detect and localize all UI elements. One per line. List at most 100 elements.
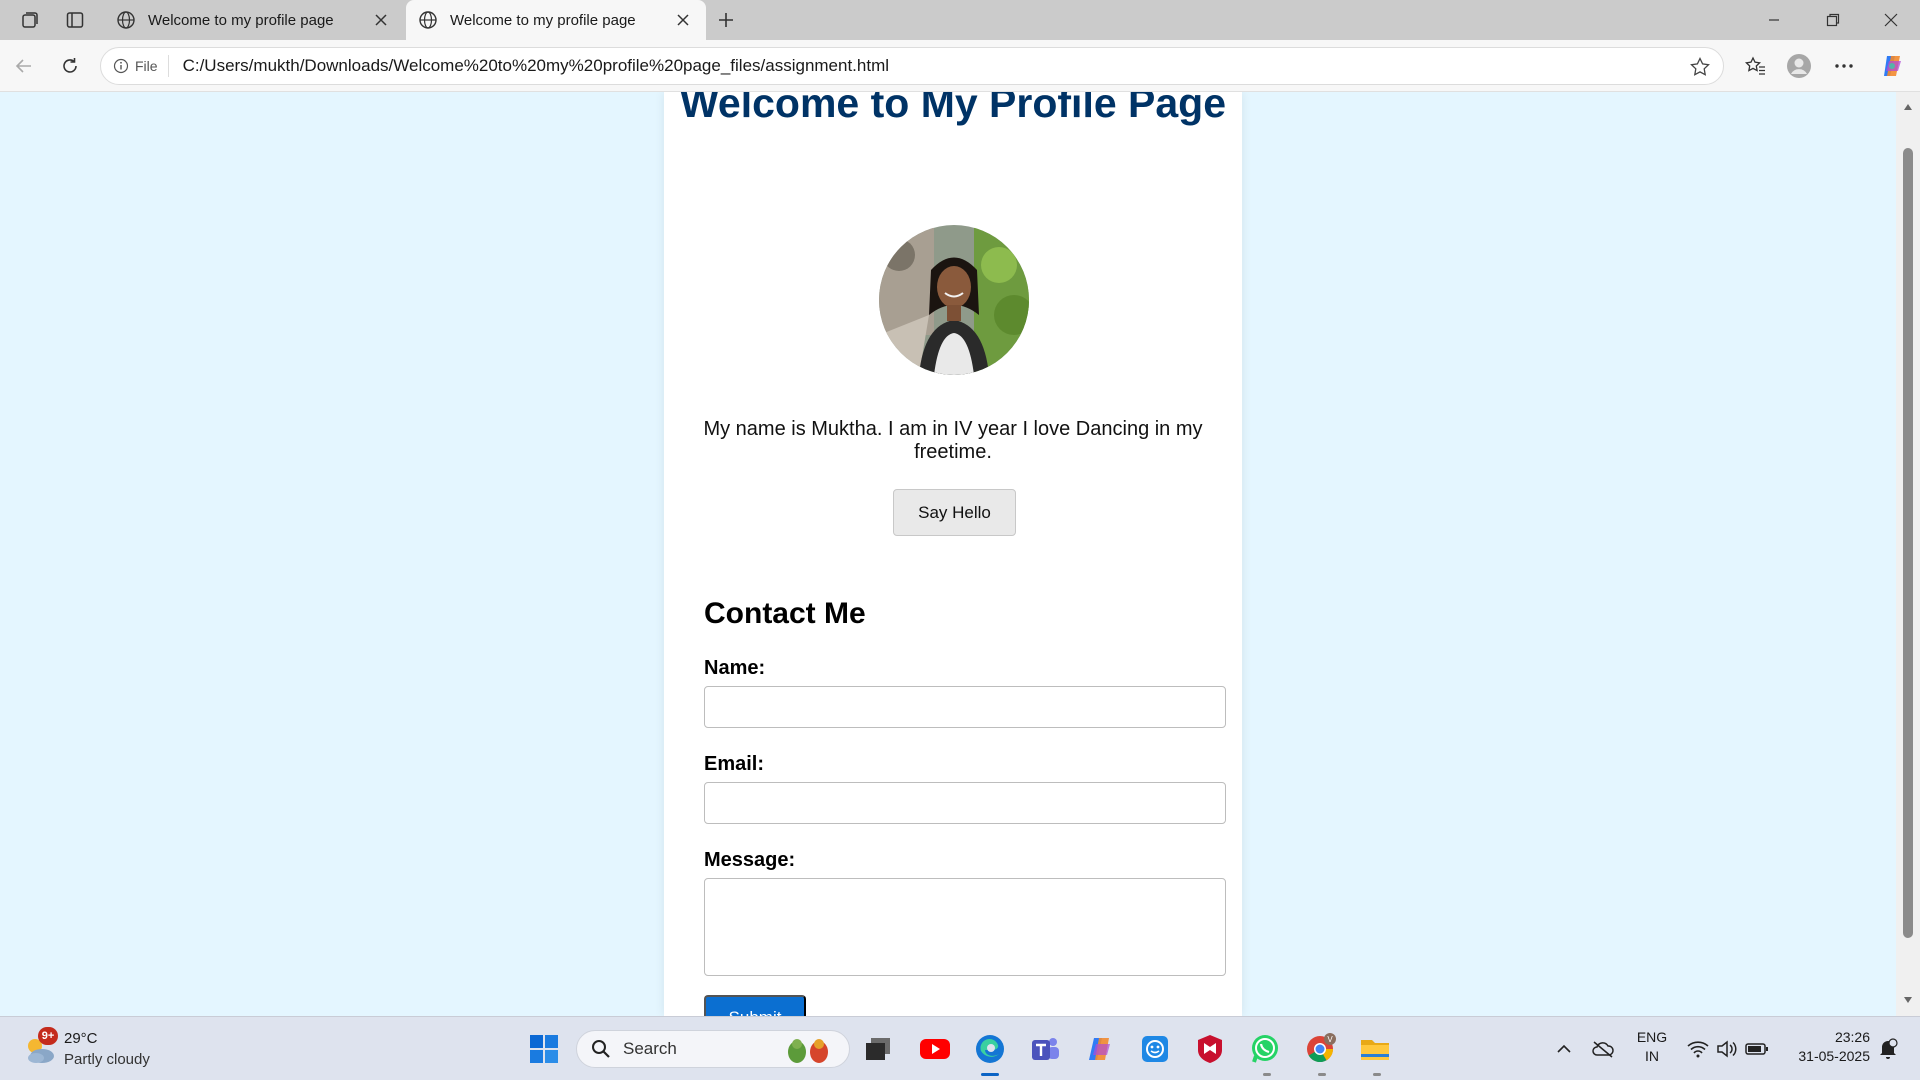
- browser-toolbar: File C:/Users/mukth/Downloads/Welcome%20…: [0, 40, 1920, 92]
- refresh-button[interactable]: [52, 50, 88, 82]
- search-highlight-icon: [788, 1039, 828, 1063]
- scroll-up-icon[interactable]: [1901, 100, 1915, 114]
- whatsapp-app[interactable]: [1247, 1031, 1283, 1067]
- bio-text: My name is Muktha. I am in IV year I lov…: [703, 418, 1203, 463]
- chrome-app[interactable]: V: [1302, 1031, 1338, 1067]
- file-explorer-app[interactable]: [1357, 1031, 1393, 1067]
- tab-active[interactable]: Welcome to my profile page: [406, 0, 706, 40]
- chrome-icon: V: [1307, 1033, 1336, 1063]
- back-button[interactable]: [6, 50, 42, 82]
- battery-icon: [1745, 1043, 1768, 1055]
- close-window-button[interactable]: [1862, 0, 1920, 40]
- say-hello-button[interactable]: Say Hello: [893, 489, 1016, 536]
- show-hidden-icons-button[interactable]: [1552, 1035, 1576, 1063]
- mcafee-icon: [1198, 1035, 1222, 1063]
- weather-desc: Partly cloudy: [64, 1051, 150, 1068]
- teams-icon: [1032, 1038, 1059, 1060]
- task-view-app[interactable]: [860, 1031, 896, 1067]
- tab-title: Welcome to my profile page: [450, 11, 636, 29]
- edge-app[interactable]: [972, 1031, 1008, 1067]
- edge-icon: [976, 1035, 1004, 1063]
- tab-title: Welcome to my profile page: [148, 11, 334, 29]
- weather-badge: 9+: [38, 1027, 58, 1045]
- copilot-app[interactable]: [1082, 1031, 1118, 1067]
- clock-date: 31-05-2025: [1798, 1048, 1870, 1064]
- scheme-label: File: [135, 58, 158, 74]
- speaker-icon: [1717, 1040, 1737, 1058]
- copilot-icon: [1884, 56, 1901, 76]
- close-tab-icon[interactable]: [672, 9, 694, 31]
- more-icon: [1835, 64, 1853, 68]
- svg-text:V: V: [1327, 1035, 1333, 1044]
- notifications-button[interactable]: [1874, 1035, 1902, 1063]
- avatar-icon: [1787, 54, 1811, 78]
- email-label: Email:: [704, 753, 765, 775]
- chevron-up-icon: [1557, 1044, 1571, 1053]
- search-icon: [592, 1040, 610, 1058]
- address-bar[interactable]: File C:/Users/mukth/Downloads/Welcome%20…: [100, 47, 1724, 85]
- submit-button[interactable]: Submit: [704, 995, 806, 1016]
- favorite-star-icon[interactable]: [1689, 56, 1711, 78]
- language-line2: IN: [1645, 1048, 1659, 1064]
- tab-inactive[interactable]: Welcome to my profile page: [104, 0, 404, 40]
- onedrive-tray-button[interactable]: [1588, 1035, 1618, 1063]
- name-field[interactable]: [704, 686, 1226, 728]
- language-indicator[interactable]: ENG IN: [1632, 1028, 1672, 1066]
- profile-button[interactable]: [1781, 50, 1817, 82]
- profile-photo: [879, 225, 1029, 375]
- weather-temp: 29°C: [64, 1030, 98, 1047]
- restore-button[interactable]: [1804, 0, 1862, 40]
- message-field[interactable]: [704, 878, 1226, 976]
- page-title: Welcome to My Profile Page: [679, 92, 1227, 126]
- tab-strip: Welcome to my profile page Welcome to my…: [0, 0, 1920, 40]
- info-icon: [113, 58, 129, 74]
- new-tab-button[interactable]: [708, 6, 744, 34]
- windows-icon: [530, 1035, 558, 1063]
- wifi-button[interactable]: [1684, 1035, 1712, 1063]
- globe-icon: [419, 11, 437, 29]
- explorer-running-indicator: [1373, 1073, 1381, 1076]
- bell-icon: [1880, 1038, 1898, 1059]
- contact-heading: Contact Me: [704, 597, 866, 630]
- clock-time: 23:26: [1834, 1029, 1870, 1045]
- teams-app[interactable]: [1027, 1031, 1063, 1067]
- tile-app[interactable]: [1137, 1031, 1173, 1067]
- vertical-tabs-icon[interactable]: [57, 6, 93, 34]
- profile-card: Welcome to My Profile Page My name is Mu…: [664, 92, 1242, 1016]
- email-field[interactable]: [704, 782, 1226, 824]
- copilot-button[interactable]: [1874, 50, 1910, 82]
- language-line1: ENG: [1636, 1029, 1668, 1045]
- minimize-button[interactable]: [1745, 0, 1803, 40]
- wifi-icon: [1687, 1041, 1709, 1058]
- taskbar-search[interactable]: Search: [576, 1030, 850, 1068]
- volume-button[interactable]: [1713, 1035, 1741, 1063]
- youtube-icon: [920, 1039, 950, 1059]
- battery-button[interactable]: [1742, 1035, 1772, 1063]
- chrome-running-indicator: [1318, 1073, 1326, 1076]
- mcafee-app[interactable]: [1192, 1031, 1228, 1067]
- name-label: Name:: [704, 657, 766, 679]
- search-label: Search: [623, 1039, 677, 1058]
- app-tile-icon: [1142, 1036, 1168, 1062]
- folder-icon: [1361, 1040, 1389, 1060]
- message-label: Message:: [704, 849, 796, 871]
- globe-icon: [117, 11, 135, 29]
- favorites-button[interactable]: [1737, 50, 1773, 82]
- youtube-app[interactable]: [917, 1031, 953, 1067]
- start-button[interactable]: [526, 1031, 562, 1067]
- scroll-down-icon[interactable]: [1901, 993, 1915, 1007]
- task-view-icon: [866, 1038, 890, 1060]
- weather-widget[interactable]: 9+ 29°C Partly cloudy: [20, 1027, 180, 1071]
- page-viewport: Welcome to My Profile Page My name is Mu…: [4, 92, 1896, 1016]
- favorites-icon: [1744, 56, 1765, 75]
- url-text[interactable]: C:/Users/mukth/Downloads/Welcome%20to%20…: [183, 56, 889, 76]
- workspaces-icon[interactable]: [12, 6, 48, 34]
- scrollbar-thumb[interactable]: [1903, 148, 1913, 938]
- settings-menu-button[interactable]: [1826, 50, 1862, 82]
- close-tab-icon[interactable]: [370, 9, 392, 31]
- clock[interactable]: 23:26 31-05-2025: [1780, 1028, 1870, 1066]
- site-info-button[interactable]: File: [113, 55, 169, 77]
- page-scrollbar[interactable]: [1896, 92, 1920, 1016]
- cloud-offline-icon: [1592, 1041, 1614, 1058]
- whatsapp-running-indicator: [1263, 1073, 1271, 1076]
